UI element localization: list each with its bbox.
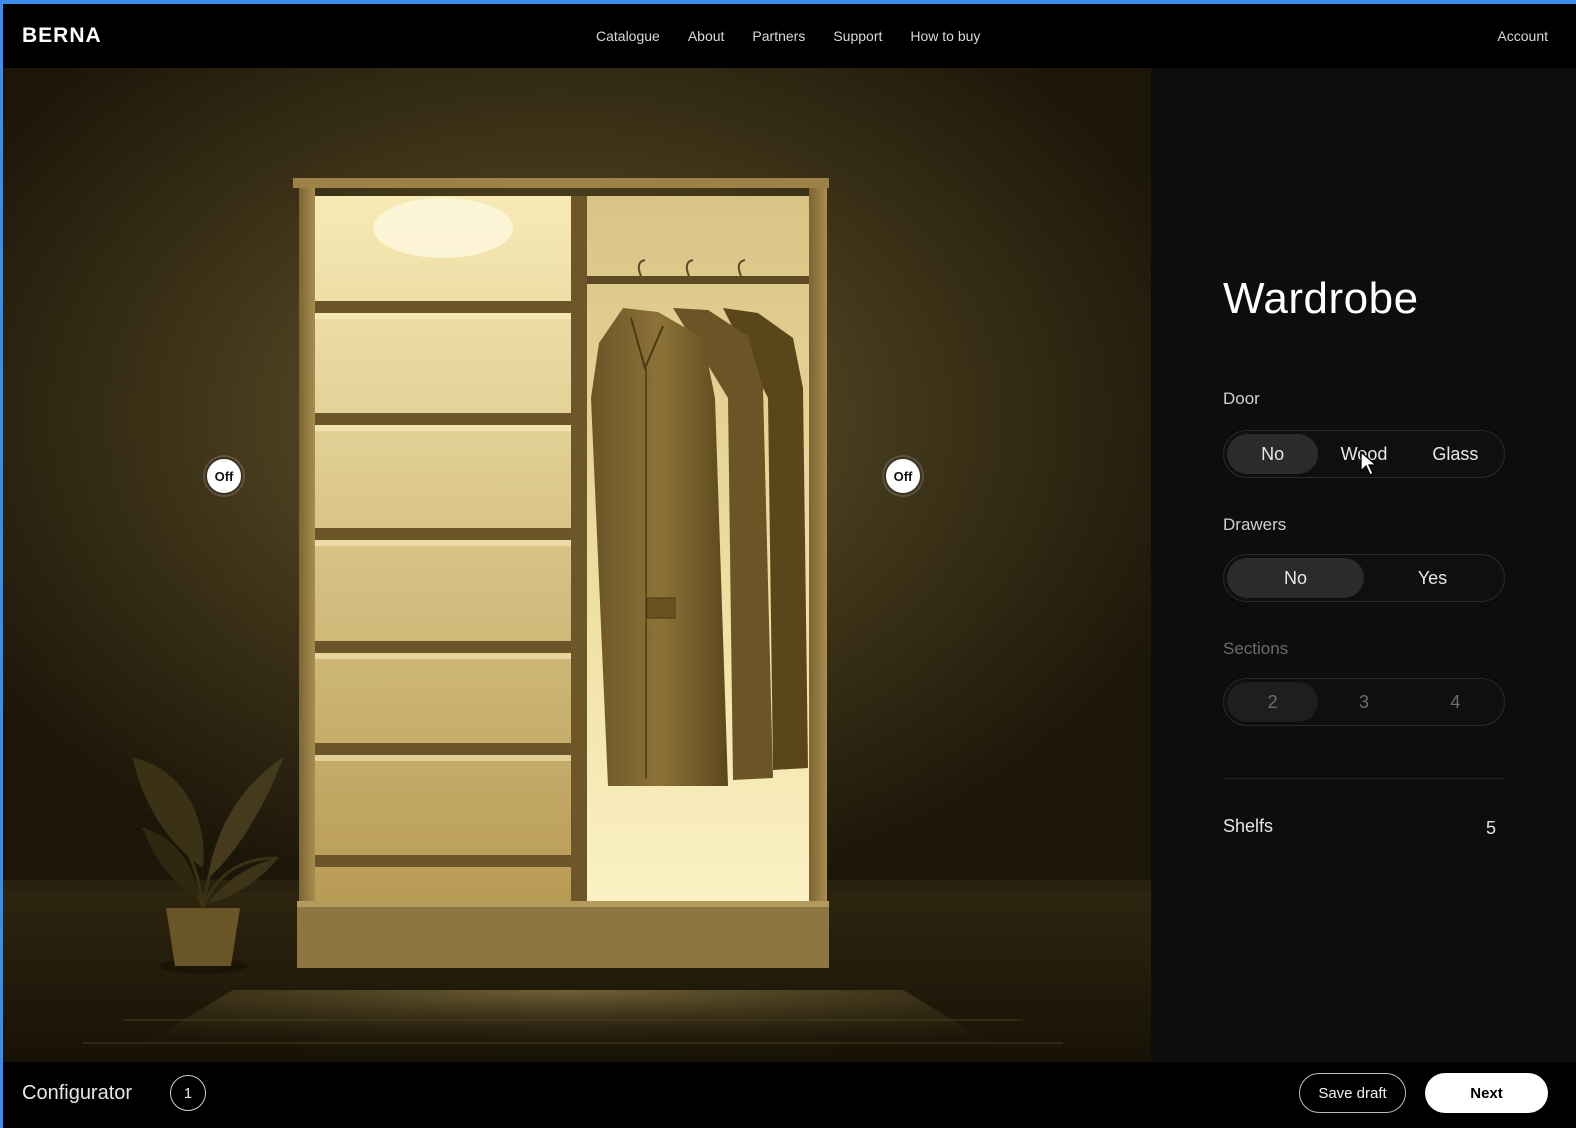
account-link[interactable]: Account <box>1497 28 1548 44</box>
wardrobe-illustration <box>3 68 1151 1062</box>
sections-option-2[interactable]: 2 <box>1227 682 1319 722</box>
next-button[interactable]: Next <box>1425 1073 1548 1113</box>
sections-option-4[interactable]: 4 <box>1410 682 1501 722</box>
save-draft-button[interactable]: Save draft <box>1299 1073 1406 1113</box>
door-label: Door <box>1223 389 1260 408</box>
nav-item-how-to-buy[interactable]: How to buy <box>910 28 980 44</box>
config-panel: Wardrobe Door No Wood Glass Drawers No Y… <box>1151 68 1576 1062</box>
drawers-option-no[interactable]: No <box>1227 558 1364 598</box>
window-left-border <box>0 4 3 1128</box>
mouse-pointer-icon <box>1360 451 1378 476</box>
step-indicator: 1 <box>170 1075 206 1111</box>
wardrobe-preview: Off Off <box>3 68 1151 1062</box>
brand-logo[interactable]: BERNA <box>22 24 102 48</box>
nav-item-support[interactable]: Support <box>833 28 882 44</box>
configurator-title: Configurator <box>22 1082 133 1104</box>
shelfs-value[interactable]: 5 <box>1486 818 1496 839</box>
drawers-selector: No Yes <box>1223 554 1505 602</box>
shelfs-label: Shelfs <box>1223 816 1274 836</box>
site-header: BERNA Catalogue About Partners Support H… <box>0 4 1576 68</box>
sections-selector: 2 3 4 <box>1223 678 1505 726</box>
door-option-no[interactable]: No <box>1227 434 1319 474</box>
product-title: Wardrobe <box>1223 274 1419 323</box>
nav-item-about[interactable]: About <box>688 28 725 44</box>
panel-divider <box>1223 778 1505 779</box>
nav-item-catalogue[interactable]: Catalogue <box>596 28 660 44</box>
light-toggle-right[interactable]: Off <box>884 457 922 495</box>
light-toggle-left[interactable]: Off <box>205 457 243 495</box>
sections-option-3[interactable]: 3 <box>1318 682 1409 722</box>
nav-item-partners[interactable]: Partners <box>752 28 805 44</box>
main-nav: Catalogue About Partners Support How to … <box>596 28 980 44</box>
drawers-option-yes[interactable]: Yes <box>1364 558 1501 598</box>
drawers-label: Drawers <box>1223 515 1287 534</box>
door-option-glass[interactable]: Glass <box>1410 434 1501 474</box>
footer-bar: Configurator 1 Save draft Next <box>0 1062 1576 1128</box>
sections-label: Sections <box>1223 639 1289 658</box>
